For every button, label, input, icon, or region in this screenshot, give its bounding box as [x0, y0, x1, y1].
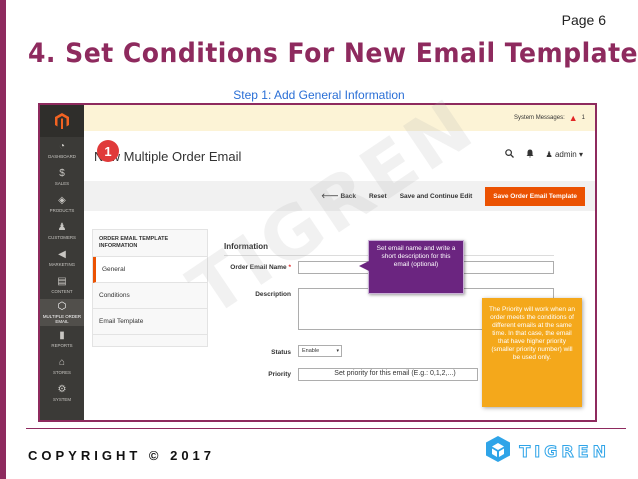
tabs-title: ORDER EMAIL TEMPLATE INFORMATION [93, 230, 207, 257]
priority-label: Priority [268, 371, 291, 378]
priority-hint: Set priority for this email (E.g.: 0,1,2… [334, 370, 456, 377]
sidebar-item-products[interactable]: ◈ PRODUCTS [40, 191, 84, 218]
warning-icon: ▲ [568, 113, 578, 123]
status-label: Status [271, 349, 291, 356]
status-select[interactable]: Enable ▾ [298, 345, 342, 357]
sidebar-item-content[interactable]: ▤ CONTENT [40, 272, 84, 299]
brand-logo: TIGREN [485, 435, 610, 468]
tab-conditions[interactable]: Conditions [93, 283, 207, 309]
user-menu[interactable]: ♟ admin ▾ [546, 150, 583, 159]
bar-chart-icon: ▮ [59, 330, 65, 341]
slide-title: 4. Set Conditions For New Email Template [28, 38, 638, 69]
email-name-label: Order Email Name * [230, 264, 291, 271]
arrow-left-icon: 🡐 [321, 193, 339, 200]
copyright: COPYRIGHT © 2017 [28, 448, 216, 463]
system-messages-bar[interactable]: System Messages: ▲ 1 [84, 105, 595, 131]
person-icon: ♟ [57, 222, 67, 233]
brand-name: TIGREN [519, 442, 610, 462]
system-messages-count: 1 [581, 115, 585, 121]
step-badge: 1 [97, 140, 119, 162]
dollar-icon: $ [59, 168, 65, 179]
header-icons: ♟ admin ▾ [504, 149, 583, 160]
back-button[interactable]: 🡐 Back [321, 192, 356, 200]
step-caption: Step 1: Add General Information [233, 88, 405, 102]
priority-tip-callout: The Priority will work when an order mee… [482, 298, 582, 407]
tabs-panel: ORDER EMAIL TEMPLATE INFORMATION General… [92, 229, 208, 347]
gear-icon: ⚙ [57, 384, 67, 395]
sidebar-item-system[interactable]: ⚙ SYSTEM [40, 380, 84, 407]
page-number: Page 6 [561, 12, 606, 28]
sidebar-item-customers[interactable]: ♟ CUSTOMERS [40, 218, 84, 245]
save-continue-button[interactable]: Save and Continue Edit [400, 193, 473, 200]
user-label: admin [554, 150, 577, 159]
save-template-button[interactable]: Save Order Email Template [485, 186, 585, 206]
sidebar-item-stores[interactable]: ⌂ STORES [40, 353, 84, 380]
hexagon-icon: ⬡ [57, 300, 67, 312]
description-label: Description [255, 291, 291, 298]
tab-general[interactable]: General [93, 257, 207, 283]
sidebar-item-dashboard[interactable]: ◔ DASHBOARD [40, 137, 84, 164]
required-icon: * [288, 264, 291, 271]
sidebar-item-marketing[interactable]: ◀ MARKETING [40, 245, 84, 272]
cube-icon: ◈ [58, 195, 66, 206]
notification-bell-icon[interactable] [526, 149, 534, 160]
accent-bar [0, 0, 6, 479]
system-messages-label: System Messages: [514, 115, 565, 121]
content-icon: ▤ [57, 276, 67, 287]
magento-logo-icon[interactable] [40, 105, 84, 137]
footer-divider [26, 428, 626, 429]
megaphone-icon: ◀ [58, 249, 66, 260]
sidebar-item-multiple-order-email[interactable]: ⬡ MULTIPLE ORDER EMAIL [40, 299, 84, 326]
sidebar-item-reports[interactable]: ▮ REPORTS [40, 326, 84, 353]
action-bar: 🡐 Back Reset Save and Continue Edit Save… [84, 181, 595, 211]
user-icon: ♟ [545, 150, 553, 159]
dashboard-icon: ◔ [58, 141, 66, 152]
chevron-down-icon: ▾ [578, 150, 583, 159]
tigren-logo-icon [485, 435, 511, 468]
chevron-down-icon: ▾ [336, 348, 339, 354]
page-header: New Multiple Order Email ♟ admin ▾ [84, 131, 595, 181]
admin-sidebar: ◔ DASHBOARD $ SALES ◈ PRODUCTS ♟ CUSTOMERS ◀… [40, 105, 84, 420]
store-icon: ⌂ [58, 357, 66, 368]
tab-email-template[interactable]: Email Template [93, 309, 207, 335]
search-icon[interactable] [504, 149, 514, 160]
name-tip-callout: Set email name and write a short descrip… [359, 240, 464, 294]
sidebar-item-sales[interactable]: $ SALES [40, 164, 84, 191]
reset-button[interactable]: Reset [369, 193, 387, 200]
